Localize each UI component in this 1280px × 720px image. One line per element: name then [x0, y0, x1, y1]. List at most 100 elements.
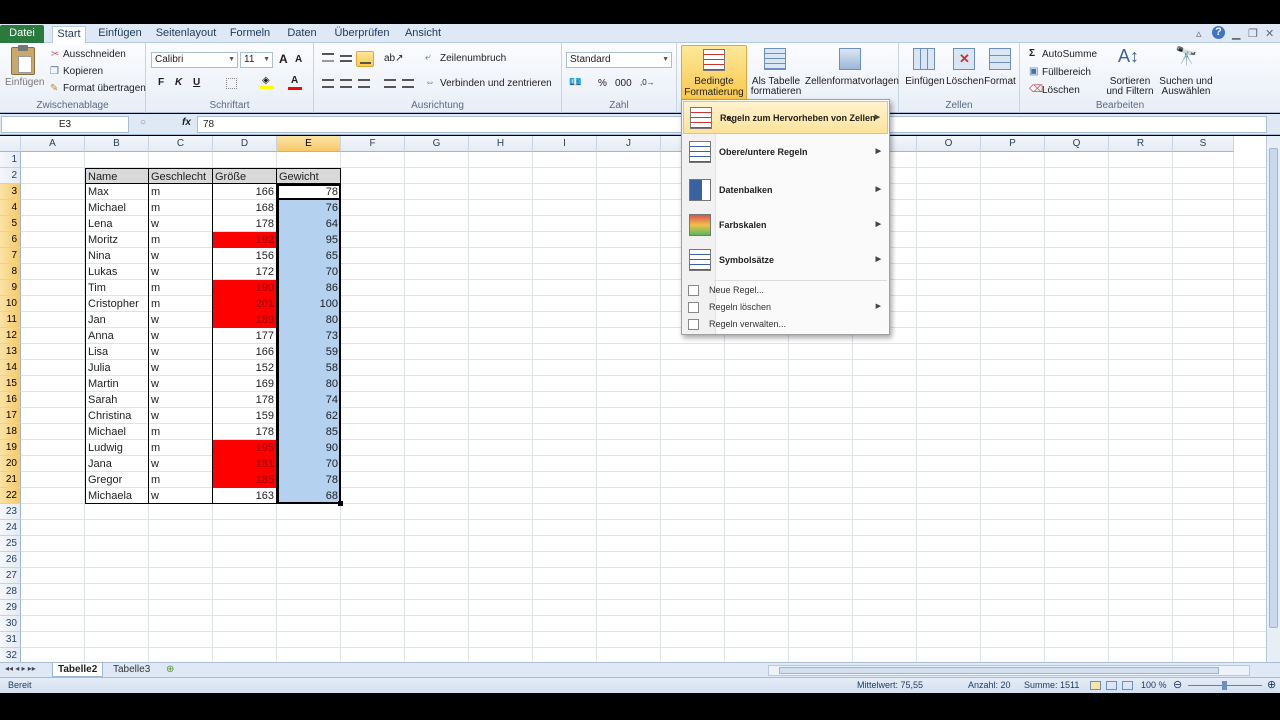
cell-name[interactable]: Lisa	[85, 344, 149, 360]
cell-gender[interactable]: w	[149, 248, 213, 264]
cell-height[interactable]: 159	[213, 408, 277, 424]
currency-icon[interactable]: 💶	[569, 77, 581, 88]
column-header-s[interactable]: S	[1173, 136, 1234, 152]
row-header-30[interactable]: 30	[0, 616, 21, 632]
cell-gender[interactable]: w	[149, 456, 213, 472]
cell-height[interactable]: 163	[213, 488, 277, 504]
italic-button[interactable]: K	[175, 77, 182, 88]
wrap-text-button[interactable]: Zeilenumbruch	[440, 53, 506, 64]
menu-item-new-rule[interactable]: Neue Regel...	[683, 282, 888, 299]
row-header-19[interactable]: 19	[0, 440, 21, 456]
font-size-select[interactable]: 11 ▼	[240, 52, 273, 68]
cell-gender[interactable]: w	[149, 264, 213, 280]
cell-gender[interactable]: w	[149, 312, 213, 328]
menu-item-icon-sets[interactable]: Symbolsätze ▶	[683, 244, 888, 277]
cell-height[interactable]: 169	[213, 376, 277, 392]
cell-name[interactable]: Tim	[85, 280, 149, 296]
page-layout-view-icon[interactable]	[1106, 681, 1117, 690]
cell-height[interactable]: 166	[213, 184, 277, 200]
cell-gender[interactable]: m	[149, 424, 213, 440]
find-select-icon[interactable]: 🔭	[1175, 46, 1197, 67]
insert-sheet-icon[interactable]: ⊕	[166, 664, 174, 675]
row-header-6[interactable]: 6	[0, 232, 21, 248]
align-center-icon[interactable]	[340, 79, 352, 88]
fill-handle[interactable]	[338, 501, 343, 506]
column-header-b[interactable]: B	[85, 136, 149, 152]
font-name-select[interactable]: Calibri ▼	[151, 52, 238, 68]
cell-gender[interactable]: w	[149, 216, 213, 232]
table-header-cell[interactable]: Größe	[213, 168, 277, 184]
cell-name[interactable]: Michaela	[85, 488, 149, 504]
cell-height[interactable]: 185	[213, 472, 277, 488]
row-header-18[interactable]: 18	[0, 424, 21, 440]
tab-review[interactable]: Überprüfen	[330, 26, 394, 43]
format-painter-button[interactable]: Format übertragen	[63, 83, 146, 94]
menu-item-clear-rules[interactable]: Regeln löschen ▶	[683, 299, 888, 316]
cell-gender[interactable]: w	[149, 408, 213, 424]
insert-function-icon[interactable]: fx	[182, 117, 191, 128]
cell-height[interactable]: 156	[213, 248, 277, 264]
cell-gender[interactable]: w	[149, 344, 213, 360]
menu-item-data-bars[interactable]: Datenbalken ▶	[683, 174, 888, 207]
align-bottom-icon[interactable]	[356, 51, 374, 67]
cell-gender[interactable]: w	[149, 376, 213, 392]
decrease-indent-icon[interactable]	[384, 79, 396, 88]
zoom-out-icon[interactable]: ⊖	[1173, 678, 1182, 693]
row-header-27[interactable]: 27	[0, 568, 21, 584]
row-header-29[interactable]: 29	[0, 600, 21, 616]
row-header-22[interactable]: 22	[0, 488, 21, 504]
font-color-icon[interactable]: A	[288, 75, 302, 90]
cell-gender[interactable]: w	[149, 328, 213, 344]
row-header-32[interactable]: 32	[0, 648, 21, 662]
cell-gender[interactable]: m	[149, 232, 213, 248]
zoom-in-icon[interactable]: ⊕	[1267, 678, 1276, 693]
cut-button[interactable]: Ausschneiden	[63, 49, 126, 60]
menu-item-manage-rules[interactable]: Regeln verwalten...	[683, 316, 888, 333]
horizontal-scroll-thumb[interactable]	[779, 667, 1219, 674]
page-break-view-icon[interactable]	[1122, 681, 1133, 690]
row-header-13[interactable]: 13	[0, 344, 21, 360]
column-header-e[interactable]: E	[277, 136, 341, 152]
zoom-level[interactable]: 100 %	[1141, 678, 1167, 693]
column-header-q[interactable]: Q	[1045, 136, 1109, 152]
cell-styles-icon[interactable]	[839, 48, 861, 70]
row-header-1[interactable]: 1	[0, 152, 21, 168]
cell-height[interactable]: 178	[213, 424, 277, 440]
row-header-7[interactable]: 7	[0, 248, 21, 264]
row-header-31[interactable]: 31	[0, 632, 21, 648]
align-top-icon[interactable]	[322, 53, 334, 62]
paste-button[interactable]: Einfügen	[5, 77, 44, 88]
cell-name[interactable]: Michael	[85, 200, 149, 216]
column-header-p[interactable]: P	[981, 136, 1045, 152]
minimize-ribbon-icon[interactable]: ▵	[1196, 27, 1202, 40]
row-header-25[interactable]: 25	[0, 536, 21, 552]
row-header-2[interactable]: 2	[0, 168, 21, 184]
tab-data[interactable]: Daten	[282, 26, 322, 43]
select-all-corner[interactable]	[0, 136, 21, 152]
column-header-i[interactable]: I	[533, 136, 597, 152]
row-header-23[interactable]: 23	[0, 504, 21, 520]
cell-name[interactable]: Nina	[85, 248, 149, 264]
help-icon[interactable]: ?	[1212, 26, 1225, 39]
cell-name[interactable]: Jan	[85, 312, 149, 328]
column-header-h[interactable]: H	[469, 136, 533, 152]
format-as-table-icon[interactable]	[764, 48, 786, 70]
cell-name[interactable]: Moritz	[85, 232, 149, 248]
row-header-10[interactable]: 10	[0, 296, 21, 312]
cell-height[interactable]: 178	[213, 216, 277, 232]
row-header-21[interactable]: 21	[0, 472, 21, 488]
find-select-label-2[interactable]: Auswählen	[1158, 87, 1214, 97]
cell-name[interactable]: Lena	[85, 216, 149, 232]
percent-button[interactable]: %	[598, 78, 607, 89]
window-restore-icon[interactable]: ❐	[1248, 27, 1258, 40]
cell-height[interactable]: 189	[213, 312, 277, 328]
tab-formulas[interactable]: Formeln	[226, 26, 274, 43]
cell-styles-button[interactable]: Zellenformatvorlagen	[805, 77, 899, 87]
delete-cells-button[interactable]: Löschen	[944, 77, 986, 87]
window-minimize-icon[interactable]: ▁	[1232, 27, 1240, 40]
normal-view-icon[interactable]	[1090, 681, 1101, 690]
row-header-3[interactable]: 3	[0, 184, 21, 200]
name-box[interactable]: E3	[1, 116, 129, 133]
sheet-tab-tabelle2[interactable]: Tabelle2	[52, 663, 104, 677]
cell-gender[interactable]: w	[149, 360, 213, 376]
